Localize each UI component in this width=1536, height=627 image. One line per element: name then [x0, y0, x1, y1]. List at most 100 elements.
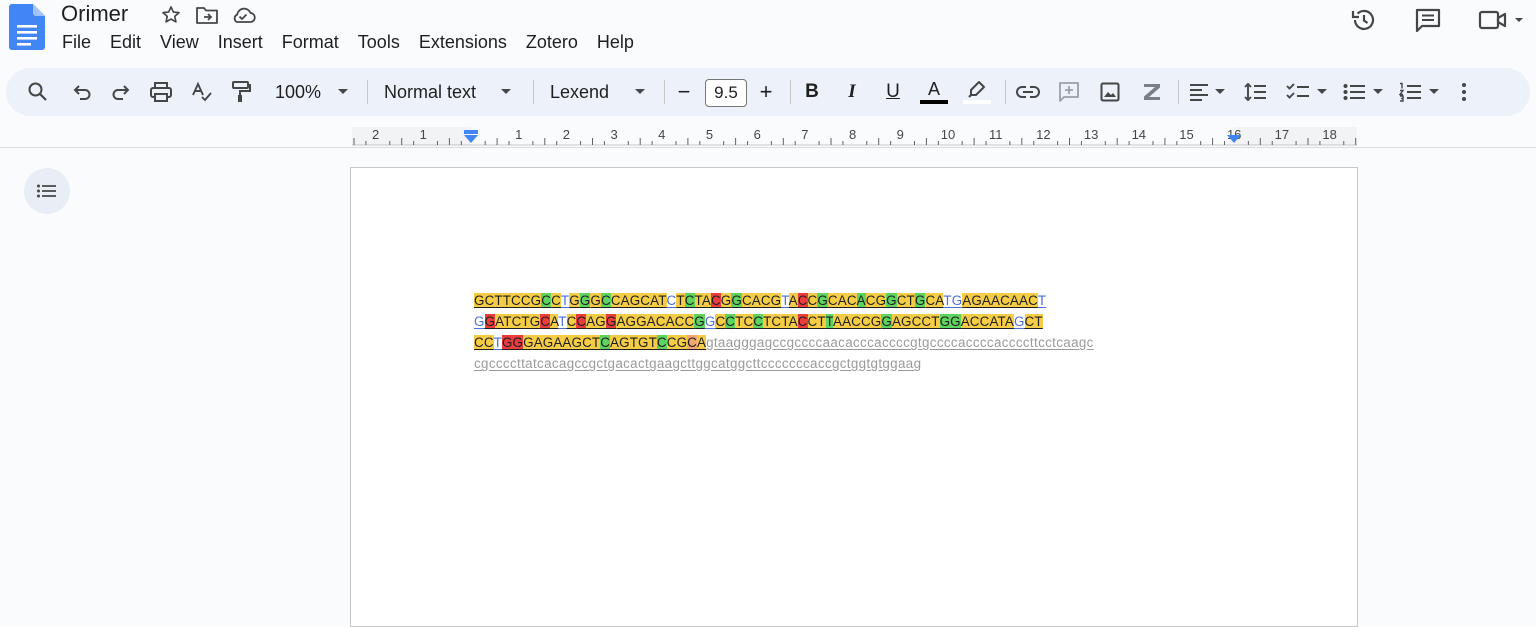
- align-dropdown-icon[interactable]: [1212, 68, 1228, 116]
- sequence-segment: T: [676, 293, 685, 308]
- sequence-segment: AGGACACC: [616, 314, 695, 329]
- ruler-label: 6: [754, 127, 761, 142]
- font-size-input[interactable]: 9.5: [705, 79, 747, 107]
- sequence-segment: C: [551, 293, 561, 308]
- version-history-icon[interactable]: [1350, 6, 1378, 34]
- cloud-status-icon[interactable]: [230, 3, 256, 27]
- menu-tools[interactable]: Tools: [358, 32, 400, 53]
- sequence-segment: T: [558, 314, 567, 329]
- horizontal-ruler[interactable]: 2 1 1 2 3 4 5 6 7 8 9 10 11 12 13 14 15 16 17 18: [0, 124, 1536, 148]
- comments-icon[interactable]: [1414, 6, 1442, 34]
- print-icon[interactable]: [143, 68, 179, 116]
- highlighter-icon: [968, 81, 985, 98]
- zoom-dropdown-icon[interactable]: [334, 68, 352, 116]
- menu-insert[interactable]: Insert: [218, 32, 263, 53]
- ruler-label: 18: [1322, 127, 1336, 142]
- ruler-label: 5: [706, 127, 713, 142]
- italic-button[interactable]: I: [839, 68, 865, 116]
- menu-format[interactable]: Format: [282, 32, 339, 53]
- sequence-segment: G: [694, 314, 705, 329]
- ruler-label: 8: [849, 127, 856, 142]
- sequence-segment: GG: [501, 335, 524, 350]
- sequence-segment: G: [605, 314, 617, 329]
- sequence-text[interactable]: GCTTCCGCCTGGGCCAGCATCTCTACGGCACGTACCGCAC…: [474, 290, 1094, 374]
- align-icon[interactable]: [1186, 68, 1212, 116]
- line-spacing-icon[interactable]: [1240, 68, 1270, 116]
- more-icon[interactable]: [1452, 68, 1476, 116]
- search-icon[interactable]: [20, 68, 56, 116]
- insert-image-icon[interactable]: [1094, 68, 1126, 116]
- insert-link-icon[interactable]: [1012, 68, 1044, 116]
- sequence-segment: T: [493, 335, 502, 350]
- font-select[interactable]: Lexend: [550, 68, 630, 116]
- sequence-segment: GCTTCCG: [474, 293, 542, 308]
- style-dropdown-icon[interactable]: [497, 68, 515, 116]
- sequence-segment: C: [576, 314, 587, 329]
- sequence-segment: CA: [925, 293, 944, 308]
- sequence-segment: C: [666, 293, 677, 308]
- zotero-icon[interactable]: [1136, 68, 1168, 116]
- underline-button[interactable]: U: [880, 68, 906, 116]
- checklist-dropdown-icon[interactable]: [1314, 68, 1330, 116]
- menu-file[interactable]: File: [62, 32, 91, 53]
- undo-icon[interactable]: [64, 68, 100, 116]
- spellcheck-icon[interactable]: [184, 68, 220, 116]
- ruler-label: 3: [610, 127, 617, 142]
- sequence-segment: C: [797, 293, 808, 308]
- menu-view[interactable]: View: [160, 32, 199, 53]
- sequence-segment: G: [569, 293, 580, 308]
- highlight-color-button[interactable]: [961, 68, 993, 116]
- ruler-label: 17: [1275, 127, 1289, 142]
- meet-video-icon[interactable]: [1478, 6, 1524, 34]
- move-to-folder-icon[interactable]: [194, 3, 220, 27]
- checklist-icon[interactable]: [1284, 68, 1312, 116]
- sequence-segment: T: [781, 293, 789, 308]
- text-color-swatch: [920, 100, 948, 104]
- sequence-segment: AGTGT: [610, 335, 657, 350]
- sequence-segment: G: [914, 293, 926, 308]
- sequence-segment: AG: [586, 314, 606, 329]
- redo-icon[interactable]: [103, 68, 139, 116]
- bulleted-list-icon[interactable]: [1340, 68, 1368, 116]
- add-comment-icon[interactable]: [1053, 68, 1085, 116]
- sequence-segment: T: [560, 293, 570, 308]
- zoom-select[interactable]: 100%: [268, 68, 328, 116]
- document-outline-button[interactable]: [24, 168, 70, 214]
- sequence-segment: A: [696, 335, 707, 350]
- decrease-font-size-button[interactable]: −: [672, 68, 696, 116]
- sequence-segment: C: [540, 314, 551, 329]
- increase-font-size-button[interactable]: +: [754, 68, 778, 116]
- bold-button[interactable]: B: [799, 68, 825, 116]
- numbered-list-dropdown-icon[interactable]: [1426, 68, 1442, 116]
- ruler-label: 1: [515, 127, 522, 142]
- sequence-segment: G: [1013, 314, 1025, 329]
- ruler-label: 15: [1179, 127, 1193, 142]
- sequence-segment: ACCATA: [960, 314, 1014, 329]
- sequence-segment: C: [725, 314, 736, 329]
- text-color-button[interactable]: A: [918, 68, 950, 116]
- first-line-indent-marker[interactable]: [464, 130, 478, 134]
- menu-zotero[interactable]: Zotero: [526, 32, 578, 53]
- sequence-segment: AGCCT: [891, 314, 940, 329]
- star-icon[interactable]: [158, 3, 184, 27]
- sequence-segment: cgccccttatcacagccgctgacactgaagcttggcatgg…: [474, 356, 922, 371]
- ruler-label: 14: [1132, 127, 1146, 142]
- sequence-segment: G: [590, 293, 601, 308]
- sequence-segment: CT: [896, 293, 915, 308]
- sequence-segment: G: [817, 293, 828, 308]
- menu-edit[interactable]: Edit: [110, 32, 141, 53]
- menu-extensions[interactable]: Extensions: [419, 32, 507, 53]
- sequence-segment: TG: [943, 293, 963, 308]
- numbered-list-icon[interactable]: [1396, 68, 1424, 116]
- bulleted-list-dropdown-icon[interactable]: [1370, 68, 1386, 116]
- font-dropdown-icon[interactable]: [631, 68, 649, 116]
- docs-logo-icon[interactable]: [9, 4, 45, 50]
- document-page[interactable]: GCTTCCGCCTGGGCCAGCATCTCTACGGCACGTACCGCAC…: [350, 167, 1358, 627]
- menu-help[interactable]: Help: [597, 32, 634, 53]
- paint-format-icon[interactable]: [223, 68, 259, 116]
- document-title[interactable]: Orimer: [61, 1, 128, 27]
- sequence-segment: G: [731, 293, 742, 308]
- style-select[interactable]: Normal text: [384, 68, 492, 116]
- menu-bar: File Edit View Insert Format Tools Exten…: [62, 32, 653, 53]
- sequence-segment: AACCG: [833, 314, 882, 329]
